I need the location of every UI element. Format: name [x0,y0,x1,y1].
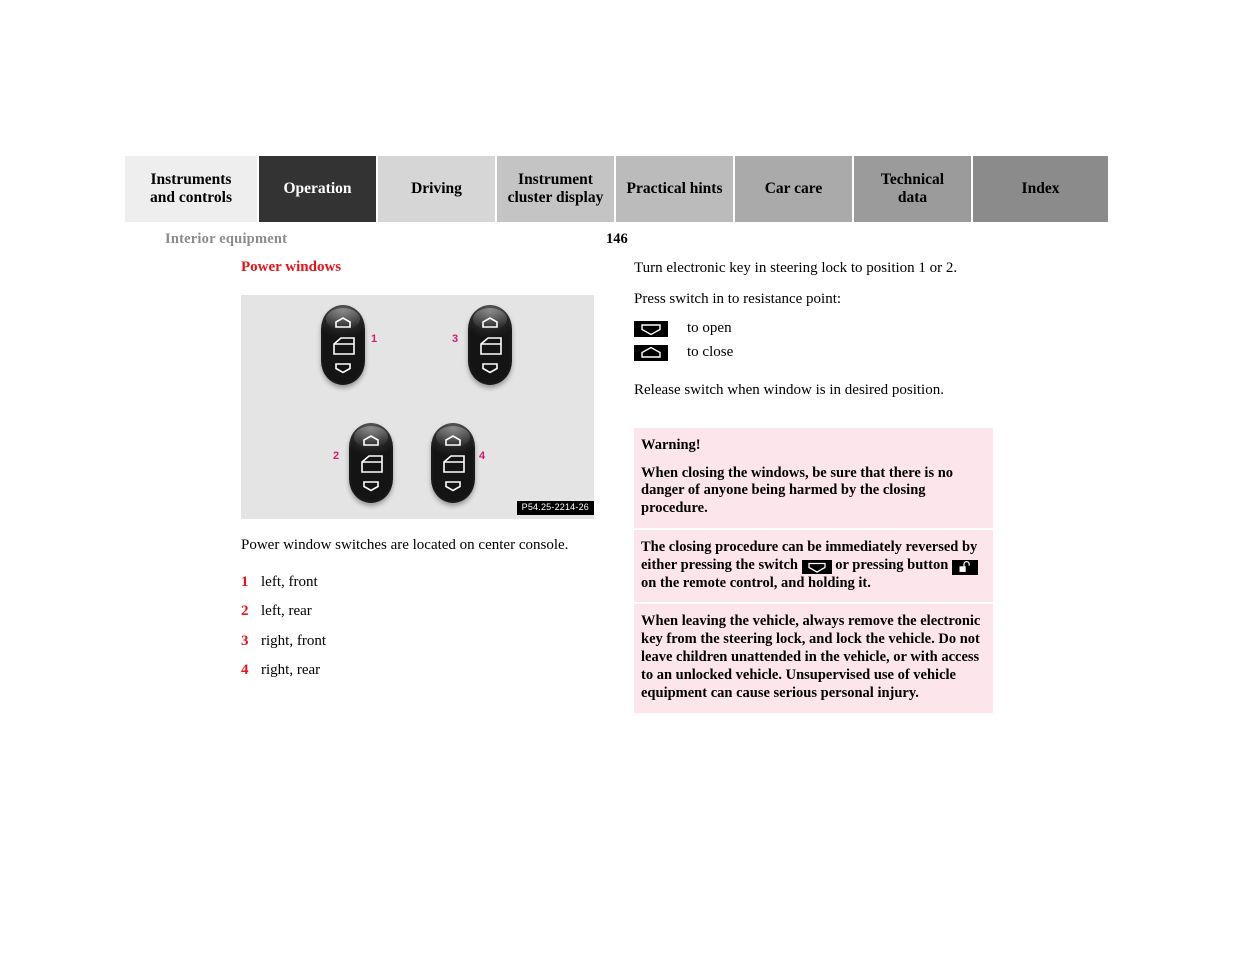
warning-section-1: Warning! When closing the windows, be sur… [634,428,993,528]
warning-text: When closing the windows, be sure that t… [641,464,954,517]
tab-label: Index [1021,179,1060,197]
instruction-release-switch: Release switch when window is in desired… [634,382,944,398]
figure-code: P54.25-2214-26 [516,501,594,515]
tab-practical-hints[interactable]: Practical hints [616,156,735,222]
open-label: to open [687,320,732,336]
tab-operation[interactable]: Operation [259,156,378,222]
section-tab-bar: Instruments and controls Operation Driving I… [125,156,1108,222]
open-icon-row: to open [634,320,993,337]
list-item: 3 right, front [241,632,596,652]
close-icon-row: to close [634,344,993,361]
figure-caption: Power window switches are located on cen… [241,537,569,553]
tab-label: Instruments and controls [150,170,232,206]
tab-instrument-cluster-display[interactable]: Instrument cluster display [497,156,616,222]
manual-page: Instruments and controls Operation Driving I… [0,0,1235,954]
list-item-label: left, rear [261,603,312,619]
list-item-label: right, front [261,632,326,649]
list-item-number: 1 [241,573,249,590]
close-label: to close [687,344,734,360]
page-number: 146 [606,231,628,247]
tab-label: Car care [764,179,823,197]
tab-instruments-and-controls[interactable]: Instruments and controls [125,156,259,222]
callout-legend-list: 1 left, front 2 left, rear 3 right, front 4 rig… [241,573,596,681]
warning-text: The closing procedure can be immediately… [641,538,978,591]
warning-heading: Warning! [641,436,701,453]
warning-section-3: When leaving the vehicle, always remove … [634,602,993,712]
right-column: Turn electronic key in steering lock to … [634,259,993,713]
figure-callout-3: 3 [452,333,459,345]
arrow-down-icon [634,320,668,337]
warning-section-2: The closing procedure can be immediately… [634,527,993,602]
list-item: 4 right, rear [241,661,596,681]
instruction-key-position: Turn electronic key in steering lock to … [634,260,958,276]
power-window-switch-3 [349,423,393,503]
arrow-up-icon [634,344,668,361]
left-column: Power windows P54.25-2214-26 1 3 2 4 Power … [241,259,596,691]
figure-callout-1: 1 [371,333,378,345]
running-head: Interior equipment [165,231,288,247]
warning-text: When leaving the vehicle, always remove … [641,613,981,701]
page-title: Power windows [241,259,342,275]
list-item-label: right, rear [261,662,321,678]
power-window-switch-4 [431,423,475,503]
tab-label: Driving [411,179,462,197]
warning-box: Warning! When closing the windows, be sur… [634,427,993,713]
power-window-switch-figure: P54.25-2214-26 1 3 2 4 [241,295,594,519]
figure-callout-2: 2 [333,450,340,462]
list-item-label: left, front [261,573,318,590]
unlock-button-icon [951,559,978,575]
tab-driving[interactable]: Driving [378,156,497,222]
instruction-press-switch: Press switch in to resistance point: [634,290,842,307]
tab-technical-data[interactable]: Technical data [854,156,973,222]
tab-label: Operation [283,179,352,197]
list-item-number: 3 [241,632,249,649]
tab-label: Practical hints [626,179,723,197]
tab-index[interactable]: Index [973,156,1108,222]
list-item: 1 left, front [241,573,596,593]
list-item-number: 2 [241,603,249,619]
list-item: 2 left, rear [241,602,596,622]
switch-down-icon [801,560,832,575]
figure-callout-4: 4 [479,450,486,462]
tab-label: Instrument cluster display [507,170,604,206]
tab-label: Technical data [880,170,945,206]
power-window-switch-1 [321,305,365,385]
power-window-switch-2 [468,305,512,385]
tab-car-care[interactable]: Car care [735,156,854,222]
list-item-number: 4 [241,662,249,678]
